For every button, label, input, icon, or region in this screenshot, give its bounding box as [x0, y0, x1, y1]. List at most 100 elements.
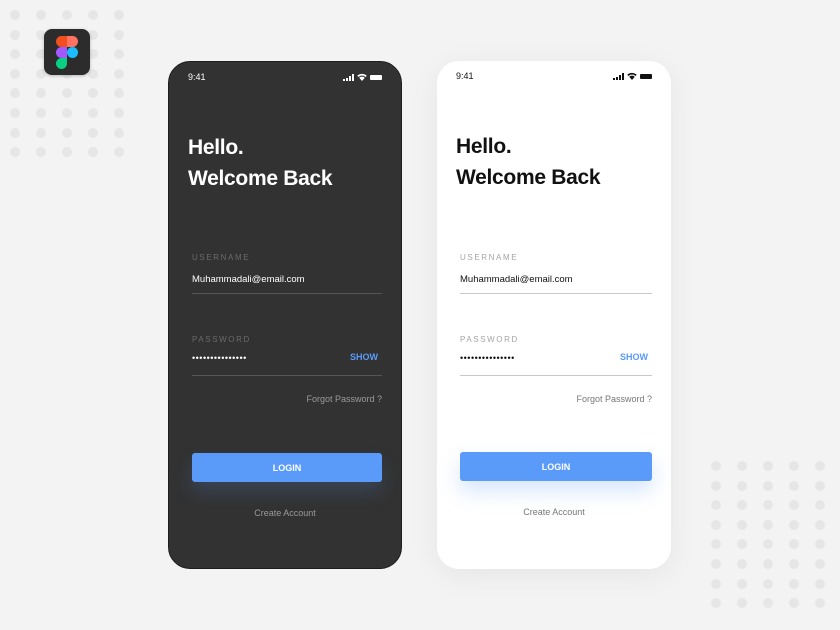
decorative-dot [763, 539, 773, 550]
decorative-dot [763, 461, 773, 471]
decorative-dot [10, 68, 20, 79]
decorative-dot [763, 519, 773, 530]
username-field[interactable]: Muhammadali@email.com [192, 274, 305, 285]
password-field[interactable]: ••••••••••••••• [460, 353, 515, 363]
decorative-dot [114, 88, 124, 99]
title-line-2: Welcome Back [188, 167, 333, 190]
decorative-dot [114, 127, 124, 138]
decorative-dot [789, 539, 799, 550]
show-password-button[interactable]: SHOW [350, 352, 378, 362]
decorative-dot [88, 68, 98, 79]
decorative-dot [789, 500, 799, 511]
decorative-dot [10, 147, 20, 158]
decorative-dot [789, 578, 799, 589]
decorative-dot [114, 49, 124, 60]
password-underline [460, 375, 652, 376]
decorative-dot [763, 578, 773, 589]
decorative-dot [10, 29, 20, 40]
decorative-dot [114, 68, 124, 79]
username-label: USERNAME [192, 253, 251, 262]
username-underline [460, 293, 652, 294]
decorative-dot [763, 480, 773, 491]
decorative-dot [789, 598, 799, 609]
decorative-dot [815, 500, 825, 511]
password-label: PASSWORD [192, 335, 251, 344]
decorative-dot [789, 480, 799, 491]
decorative-dot [711, 558, 721, 569]
forgot-password-link[interactable]: Forgot Password ? [306, 394, 382, 404]
decorative-dot [815, 539, 825, 550]
title-line-1: Hello. [188, 136, 244, 159]
decorative-dot [711, 539, 721, 550]
wifi-icon [357, 73, 367, 81]
decorative-dot [815, 461, 825, 471]
forgot-password-link[interactable]: Forgot Password ? [576, 394, 652, 404]
password-underline [192, 375, 382, 376]
decorative-dot [711, 480, 721, 491]
decorative-dot [114, 147, 124, 158]
decorative-dot [815, 519, 825, 530]
signal-icon [613, 73, 624, 80]
decorative-dot [711, 461, 721, 471]
decorative-dot [36, 88, 46, 99]
decorative-dot [36, 147, 46, 158]
decorative-dot [711, 578, 721, 589]
decorative-dot [737, 558, 747, 569]
decorative-dot [10, 10, 20, 20]
decorative-dot [737, 461, 747, 471]
decorative-dot-grid [711, 461, 825, 609]
create-account-link[interactable]: Create Account [169, 508, 401, 518]
status-time: 9:41 [188, 72, 206, 82]
decorative-dot [815, 598, 825, 609]
decorative-dot [88, 10, 98, 20]
decorative-dot [815, 480, 825, 491]
decorative-dot [10, 49, 20, 60]
decorative-dot [88, 127, 98, 138]
decorative-dot [88, 147, 98, 158]
battery-icon [640, 74, 652, 79]
decorative-dot [711, 598, 721, 609]
login-button[interactable]: LOGIN [460, 452, 652, 481]
signal-icon [343, 74, 354, 81]
decorative-dot [36, 127, 46, 138]
decorative-dot [815, 578, 825, 589]
title-line-2: Welcome Back [456, 166, 601, 189]
username-field[interactable]: Muhammadali@email.com [460, 274, 573, 285]
decorative-dot [737, 480, 747, 491]
page-title: Hello. Welcome Back [188, 132, 333, 194]
decorative-dot [789, 558, 799, 569]
status-bar: 9:41 [456, 70, 652, 84]
show-password-button[interactable]: SHOW [620, 352, 648, 362]
decorative-dot [763, 598, 773, 609]
decorative-dot [114, 107, 124, 118]
decorative-dot [711, 500, 721, 511]
decorative-dot [737, 519, 747, 530]
battery-icon [370, 75, 382, 80]
status-time: 9:41 [456, 71, 474, 81]
decorative-dot [62, 88, 72, 99]
decorative-dot [815, 558, 825, 569]
decorative-dot [737, 598, 747, 609]
decorative-dot [88, 88, 98, 99]
decorative-dot [763, 558, 773, 569]
decorative-dot [789, 519, 799, 530]
password-field[interactable]: ••••••••••••••• [192, 353, 247, 363]
decorative-dot [62, 147, 72, 158]
wifi-icon [627, 72, 637, 80]
create-account-link[interactable]: Create Account [437, 507, 671, 517]
decorative-dot [10, 88, 20, 99]
decorative-dot [10, 107, 20, 118]
login-button[interactable]: LOGIN [192, 453, 382, 482]
decorative-dot [114, 10, 124, 20]
decorative-dot [62, 10, 72, 20]
login-screen-light: 9:41 Hello. Welcome Back USERNAME Muhamm… [437, 61, 671, 569]
page-title: Hello. Welcome Back [456, 131, 601, 193]
status-bar: 9:41 [188, 71, 382, 85]
decorative-dot [62, 107, 72, 118]
decorative-dot [737, 539, 747, 550]
decorative-dot [36, 10, 46, 20]
title-line-1: Hello. [456, 135, 512, 158]
decorative-dot [737, 578, 747, 589]
decorative-dot [737, 500, 747, 511]
decorative-dot [10, 127, 20, 138]
